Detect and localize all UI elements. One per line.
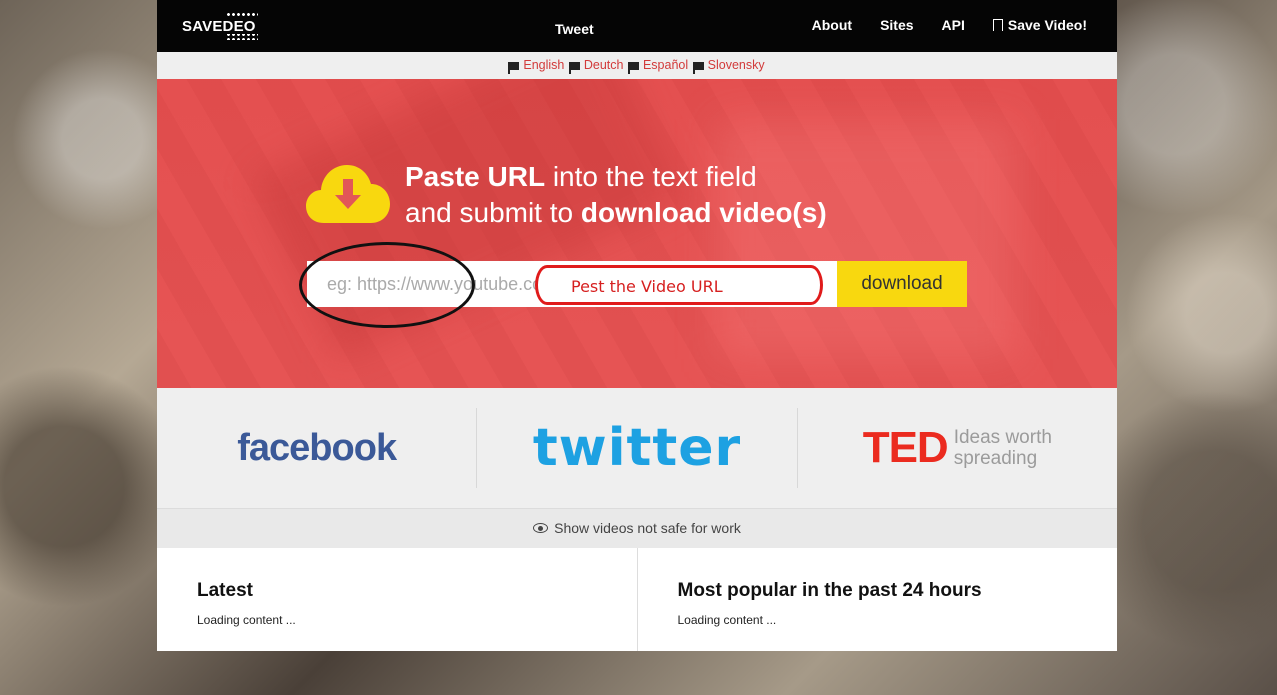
twitter-logo: twitter	[532, 418, 742, 478]
bookmark-icon	[992, 19, 1003, 35]
brand-ted[interactable]: TED Ideas worth spreading	[796, 408, 1117, 488]
popular-column: Most popular in the past 24 hours Loadin…	[636, 548, 1118, 651]
savedeo-logo[interactable]: SAVEDEO	[182, 12, 262, 40]
flag-icon	[692, 62, 704, 74]
page: SAVEDEO Tweet About Sites API Save Video…	[157, 0, 1117, 651]
ted-tagline: Ideas worth spreading	[953, 427, 1052, 469]
headline-bold-1: Paste URL	[405, 161, 546, 192]
latest-column: Latest Loading content ...	[157, 548, 637, 651]
supported-sites: facebook twitter TED Ideas worth spreadi…	[157, 388, 1117, 508]
top-navbar: SAVEDEO Tweet About Sites API Save Video…	[157, 0, 1117, 52]
cloud-download-icon	[306, 165, 390, 223]
annotation-text: Pest the Video URL	[571, 277, 723, 296]
nav-save-video[interactable]: Save Video!	[992, 17, 1087, 35]
language-bar: English Deutch Español Slovensky	[157, 52, 1117, 79]
lang-english[interactable]: English	[523, 58, 564, 72]
video-lists: Latest Loading content ... Most popular …	[157, 548, 1117, 651]
ted-logo: TED Ideas worth spreading	[863, 423, 1052, 473]
nav-api[interactable]: API	[942, 17, 965, 33]
flag-icon	[627, 62, 639, 74]
brand-twitter[interactable]: twitter	[476, 408, 796, 488]
popular-status: Loading content ...	[677, 613, 777, 627]
latest-title: Latest	[197, 580, 253, 601]
headline-bold-2: download video(s)	[580, 197, 827, 228]
brand-facebook[interactable]: facebook	[157, 408, 476, 488]
lang-slovensky[interactable]: Slovensky	[708, 58, 765, 72]
headline-text-1: into the text field	[545, 161, 757, 192]
eye-icon	[533, 523, 549, 533]
lang-deutch[interactable]: Deutch	[584, 58, 624, 72]
nav-sites[interactable]: Sites	[880, 17, 913, 33]
download-button[interactable]: download	[837, 261, 967, 307]
tweet-button[interactable]: Tweet	[555, 21, 594, 37]
popular-title: Most popular in the past 24 hours	[677, 580, 982, 601]
annotation-ellipse	[299, 242, 475, 328]
hero-headline: Paste URL into the text field and submit…	[405, 159, 827, 231]
nav-about[interactable]: About	[812, 17, 852, 33]
facebook-logo: facebook	[237, 426, 397, 469]
headline-text-2: and submit to	[405, 197, 581, 228]
ted-wordmark: TED	[862, 423, 949, 472]
hero-section: Paste URL into the text field and submit…	[157, 79, 1117, 388]
nsfw-label: Show videos not safe for work	[554, 520, 741, 536]
annotation-box: Pest the Video URL	[535, 265, 823, 305]
latest-status: Loading content ...	[197, 613, 296, 627]
logo-text: SAVEDEO	[182, 18, 256, 35]
save-video-label: Save Video!	[1007, 17, 1087, 33]
flag-icon	[568, 62, 580, 74]
flag-icon	[508, 62, 520, 74]
nsfw-toggle[interactable]: Show videos not safe for work	[157, 508, 1117, 548]
main-nav: About Sites API Save Video!	[812, 17, 1087, 35]
lang-espanol[interactable]: Español	[643, 58, 688, 72]
